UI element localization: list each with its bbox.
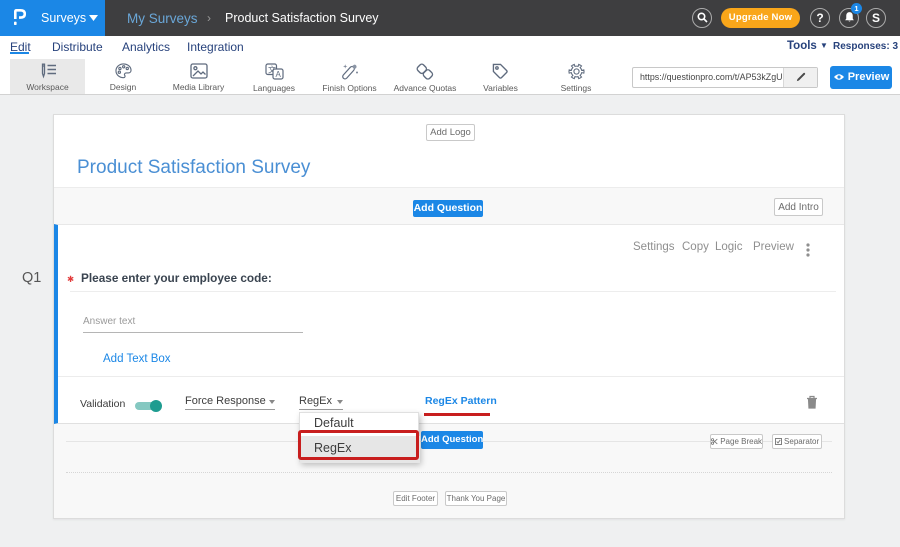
svg-text:A: A (275, 70, 281, 79)
